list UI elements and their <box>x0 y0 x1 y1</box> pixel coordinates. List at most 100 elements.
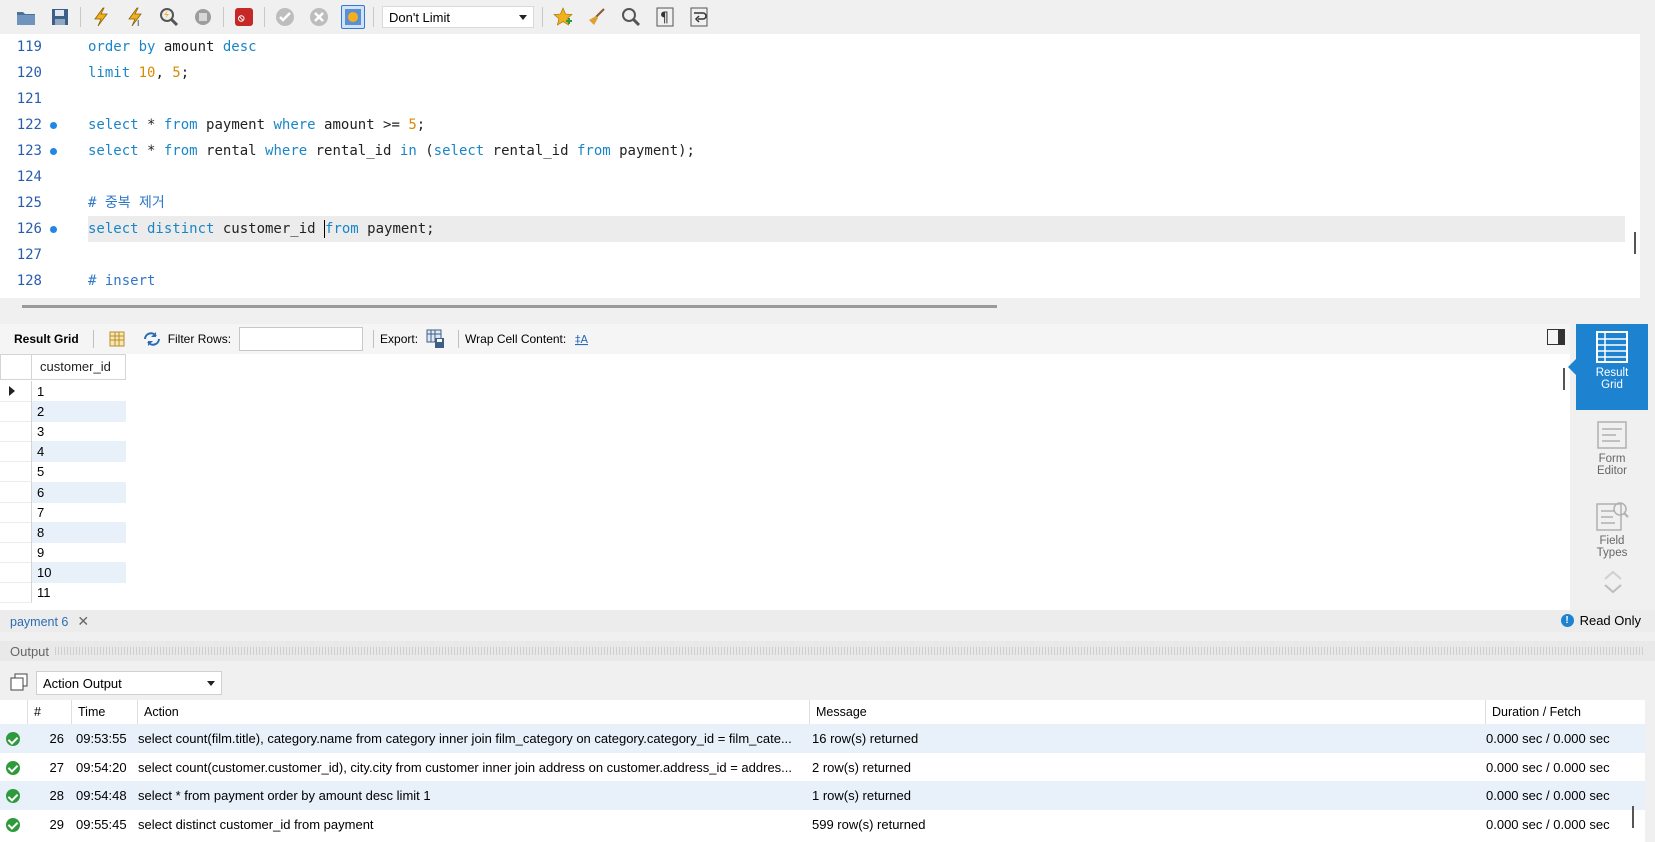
column-header-customer-id[interactable]: customer_id <box>32 354 126 380</box>
grid-cell[interactable]: 9 <box>32 542 126 563</box>
code-line[interactable]: 127 <box>0 242 1640 268</box>
toggle-side-panel-icon[interactable] <box>1547 329 1565 345</box>
word-wrap-icon[interactable] <box>687 5 711 29</box>
row-header[interactable] <box>0 541 32 563</box>
action-output-table[interactable]: # Time Action Message Duration / Fetch 2… <box>0 700 1645 842</box>
output-col-number[interactable]: # <box>28 700 72 724</box>
invisible-chars-pilcrow-icon[interactable]: ¶ <box>653 5 677 29</box>
output-mode-select[interactable]: Action Output <box>36 671 222 695</box>
table-row[interactable]: 8 <box>0 521 126 543</box>
add-snippet-star-icon[interactable] <box>551 5 575 29</box>
open-folder-icon[interactable] <box>14 5 38 29</box>
table-row[interactable]: 7 <box>0 501 126 523</box>
code-line[interactable]: 126 select distinct customer_id from paym… <box>0 216 1640 242</box>
grid-cell[interactable]: 11 <box>32 582 126 603</box>
code-text[interactable]: select * from rental where rental_id in … <box>88 138 1625 164</box>
output-row[interactable]: 29 09:55:45 select distinct customer_id fr… <box>0 810 1645 839</box>
limit-rows-select[interactable]: Don't Limit <box>382 6 534 28</box>
grid-cell[interactable]: 5 <box>32 461 126 482</box>
code-line[interactable]: 123 select * from rental where rental_id … <box>0 138 1640 164</box>
execute-current-icon[interactable]: I <box>123 5 147 29</box>
copy-icon[interactable] <box>10 673 28 694</box>
table-row[interactable]: 10 <box>0 561 126 583</box>
rollback-icon[interactable] <box>307 5 331 29</box>
row-header[interactable] <box>0 521 32 543</box>
row-header[interactable] <box>0 481 32 503</box>
code-line[interactable]: 122 select * from payment where amount >=… <box>0 112 1640 138</box>
row-header[interactable] <box>0 401 32 423</box>
output-row[interactable]: 27 09:54:20 select count(customer.customer… <box>0 753 1645 782</box>
output-row[interactable]: 26 09:53:55 select count(film.title), cate… <box>0 724 1645 753</box>
grid-cell[interactable]: 7 <box>32 502 126 523</box>
close-tab-icon[interactable]: ✕ <box>77 613 89 630</box>
execute-lightning-icon[interactable] <box>89 5 113 29</box>
code-line[interactable]: 128 # insert <box>0 268 1640 294</box>
stop-on-error-icon[interactable]: ⦸ <box>232 5 256 29</box>
table-row[interactable]: 11 <box>0 582 126 603</box>
grid-corner[interactable] <box>0 354 32 380</box>
code-text[interactable] <box>88 242 1625 268</box>
code-line[interactable]: 124 <box>0 164 1640 190</box>
row-header[interactable] <box>0 582 32 603</box>
output-col-action[interactable]: Action <box>138 700 810 724</box>
output-row[interactable]: 28 09:54:48 select * from payment order by… <box>0 781 1645 810</box>
code-line[interactable]: 119 order by amount desc <box>0 34 1640 60</box>
editor-horizontal-scrollbar[interactable] <box>22 305 997 308</box>
table-row[interactable]: 2 <box>0 401 126 423</box>
grid-cell[interactable]: 2 <box>32 401 126 423</box>
row-header[interactable] <box>0 381 32 402</box>
code-text[interactable]: # 중복 제거 <box>88 190 1625 216</box>
commit-icon[interactable] <box>273 5 297 29</box>
editor-vertical-scrollbar[interactable] <box>1634 232 1636 254</box>
explain-magnifier-icon[interactable] <box>157 5 181 29</box>
stop-icon[interactable] <box>191 5 215 29</box>
row-header[interactable] <box>0 561 32 583</box>
sql-editor[interactable]: 119 order by amount desc 120 limit 10, 5; 12… <box>0 34 1640 298</box>
table-row[interactable]: 9 <box>0 541 126 563</box>
panel-drag-handle[interactable] <box>55 647 1645 655</box>
code-line[interactable]: 125 # 중복 제거 <box>0 190 1640 216</box>
output-col-duration[interactable]: Duration / Fetch <box>1486 700 1636 724</box>
refresh-icon[interactable] <box>142 330 160 348</box>
code-text[interactable]: order by amount desc <box>88 34 1625 60</box>
output-col-message[interactable]: Message <box>810 700 1486 724</box>
code-text[interactable]: select distinct customer_id from payment… <box>88 216 1625 242</box>
code-text[interactable] <box>88 164 1625 190</box>
row-header[interactable] <box>0 421 32 443</box>
code-text[interactable]: limit 10, 5; <box>88 60 1625 86</box>
grid-cell[interactable]: 1 <box>32 381 126 402</box>
table-row[interactable]: 3 <box>0 421 126 443</box>
output-vertical-scrollbar[interactable] <box>1632 806 1634 828</box>
table-row[interactable]: 1 <box>0 381 126 402</box>
side-result-grid-button[interactable]: Result Grid <box>1568 324 1648 410</box>
result-tab-payment-6[interactable]: payment 6 ✕ <box>10 613 89 630</box>
row-header[interactable] <box>0 461 32 483</box>
table-row[interactable]: 4 <box>0 441 126 463</box>
grid-cell[interactable]: 6 <box>32 481 126 503</box>
table-row[interactable]: 6 <box>0 481 126 503</box>
grid-layout-icon[interactable] <box>108 330 126 348</box>
grid-cell[interactable]: 8 <box>32 521 126 543</box>
result-grid-tab[interactable]: Result Grid <box>14 332 79 346</box>
row-header[interactable] <box>0 441 32 463</box>
export-icon[interactable] <box>426 329 445 348</box>
filter-rows-input[interactable] <box>239 327 364 351</box>
grid-vertical-scrollbar[interactable] <box>1563 368 1565 390</box>
result-grid[interactable]: customer_id 1 2 3 4 5 6 7 8 9 10 11 <box>0 354 1570 610</box>
save-icon[interactable] <box>48 5 72 29</box>
code-text[interactable]: select * from payment where amount >= 5; <box>88 112 1625 138</box>
output-col-time[interactable]: Time <box>72 700 138 724</box>
row-header[interactable] <box>0 501 32 523</box>
table-row[interactable]: 5 <box>0 461 126 483</box>
code-text[interactable] <box>88 86 1625 112</box>
side-field-types-button[interactable]: Field Types <box>1576 496 1648 572</box>
side-form-editor-button[interactable]: Form Editor <box>1576 414 1648 490</box>
beautify-broom-icon[interactable] <box>585 5 609 29</box>
grid-cell[interactable]: 10 <box>32 561 126 583</box>
code-line[interactable]: 121 <box>0 86 1640 112</box>
find-magnifier-icon[interactable] <box>619 5 643 29</box>
wrap-text-icon[interactable]: ‡A <box>574 330 592 348</box>
code-text[interactable]: # insert <box>88 268 1625 294</box>
grid-cell[interactable]: 4 <box>32 441 126 463</box>
code-line[interactable]: 120 limit 10, 5; <box>0 60 1640 86</box>
